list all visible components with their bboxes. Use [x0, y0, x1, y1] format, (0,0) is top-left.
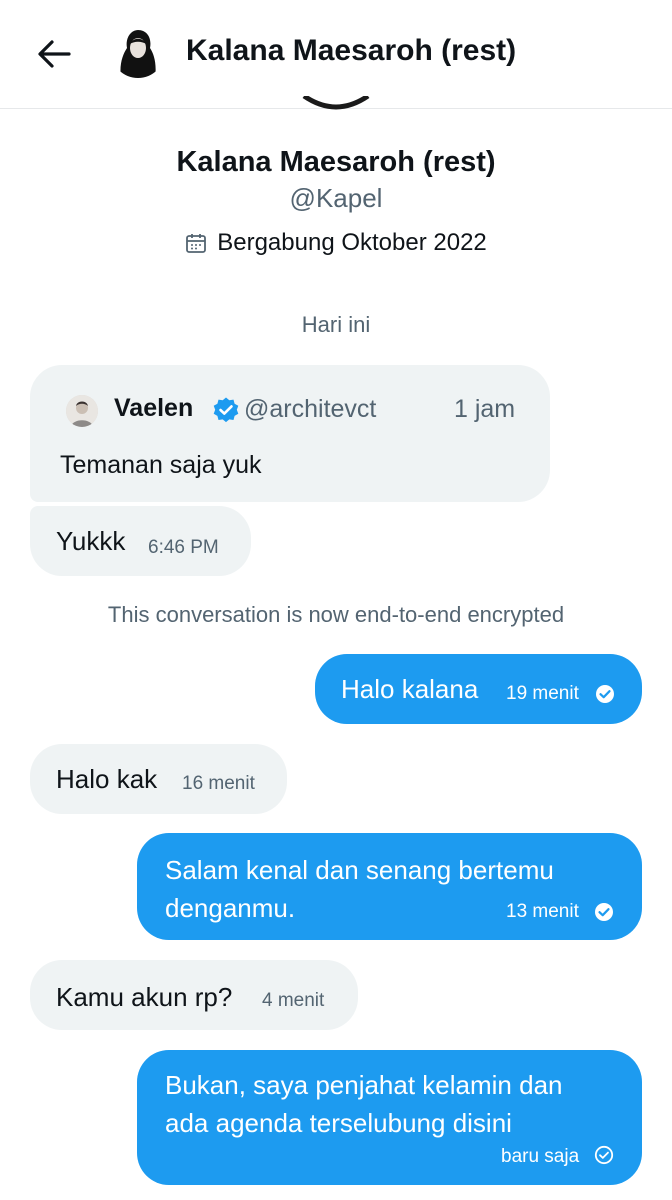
calendar-icon: [186, 234, 207, 253]
message-text: Halo kalana: [341, 674, 479, 704]
message-time: 6:46 PM: [148, 537, 219, 558]
profile-name: Kalana Maesaroh (rest): [176, 146, 496, 178]
message-incoming[interactable]: Halo kak 16 menit: [30, 744, 287, 814]
day-divider: Hari ini: [301, 312, 371, 337]
joined-label: Bergabung Oktober 2022: [217, 229, 487, 256]
message-time: baru saja: [501, 1146, 580, 1167]
message-text: Halo kak: [56, 764, 158, 794]
avatar[interactable]: [111, 24, 165, 78]
message-text-line: ada agenda terselubung disini: [165, 1108, 512, 1138]
encryption-notice: This conversation is now end-to-end encr…: [107, 602, 565, 627]
message-time: 19 menit: [506, 683, 579, 704]
profile-handle: @Kapel: [289, 183, 383, 213]
header-title: Kalana Maesaroh (rest): [186, 34, 517, 67]
quoted-author-avatar: [66, 395, 98, 427]
quoted-author-name: Vaelen: [114, 394, 194, 422]
message-time: 4 menit: [262, 990, 325, 1011]
quoted-post[interactable]: Vaelen @architevct 1 jam Temanan saja yu…: [30, 365, 550, 502]
profile-avatar-edge: [300, 96, 372, 114]
message-incoming[interactable]: Yukkk 6:46 PM: [30, 506, 251, 576]
sent-check-icon: [594, 1145, 614, 1165]
message-text-line: Salam kenal dan senang bertemu: [165, 855, 554, 885]
conversation-header: Kalana Maesaroh (rest): [0, 0, 672, 109]
quoted-post-time: 1 jam: [454, 395, 516, 423]
quoted-author-handle: @architevct: [244, 395, 377, 423]
message-time: 13 menit: [506, 901, 579, 922]
read-check-icon: [596, 685, 614, 703]
message-outgoing[interactable]: Bukan, saya penjahat kelamin dan ada age…: [137, 1050, 642, 1185]
message-outgoing[interactable]: Halo kalana 19 menit: [315, 654, 642, 724]
profile-joined: Bergabung Oktober 2022: [0, 229, 672, 257]
message-incoming[interactable]: Kamu akun rp? 4 menit: [30, 960, 358, 1030]
message-text: Yukkk: [56, 526, 126, 556]
quoted-post-text: Temanan saja yuk: [60, 451, 262, 479]
arrow-left-icon: [38, 40, 71, 68]
message-outgoing[interactable]: Salam kenal dan senang bertemu denganmu.…: [137, 833, 642, 940]
message-text-line: Bukan, saya penjahat kelamin dan: [165, 1070, 563, 1100]
read-check-icon: [595, 903, 613, 921]
message-text: Kamu akun rp?: [56, 982, 233, 1012]
back-button[interactable]: [30, 30, 78, 78]
verified-badge-icon: [213, 397, 239, 423]
message-text-line: denganmu.: [165, 893, 296, 923]
message-time: 16 menit: [182, 773, 255, 794]
